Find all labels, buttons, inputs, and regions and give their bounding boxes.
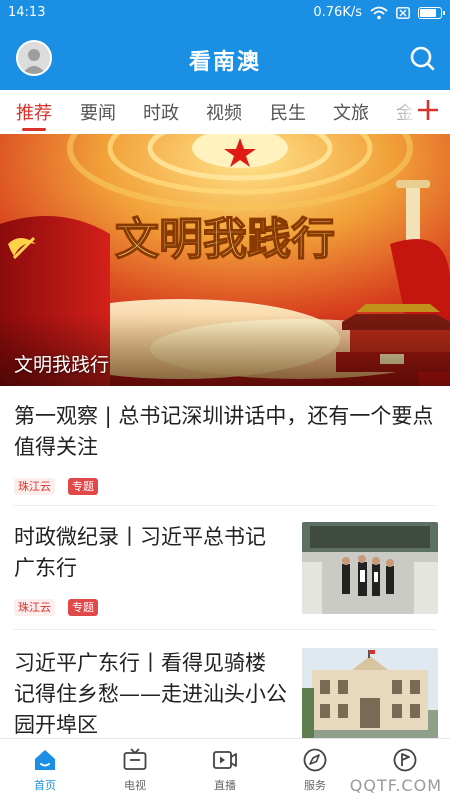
page-title: 看南澳 <box>188 50 261 75</box>
nav-mine[interactable] <box>375 747 435 777</box>
news-headline: 第一观察 | 总书记深圳讲话中，还有一个要点 值得关注 <box>14 404 434 459</box>
home-icon <box>35 750 55 770</box>
tab-video[interactable]: 视频 <box>206 99 242 125</box>
search-icon[interactable] <box>408 44 436 72</box>
flag-circle-icon <box>393 748 417 772</box>
nav-services[interactable]: 服务 <box>285 747 345 793</box>
banner-artwork: 文明我践行 <box>0 134 450 386</box>
network-speed: 0.76K/s <box>313 5 362 20</box>
add-channel-icon[interactable] <box>416 98 440 122</box>
tv-icon <box>123 748 147 770</box>
tab-livelihood[interactable]: 民生 <box>270 99 306 125</box>
banner-title-art: 文明我践行 <box>115 214 335 265</box>
active-tab-indicator <box>22 128 46 131</box>
sim-icon <box>396 6 410 19</box>
news-headline: 时政微纪录丨习近平总书记 广东行 <box>14 525 266 580</box>
topic-badge: 专题 <box>68 599 98 616</box>
source-tag: 珠江云 <box>14 599 55 616</box>
tab-recommend[interactable]: 推荐 <box>16 99 52 125</box>
nav-tv[interactable]: 电视 <box>105 747 165 793</box>
news-thumbnail <box>302 648 438 738</box>
compass-icon <box>303 748 327 772</box>
app-header: 看南澳 <box>0 26 450 90</box>
wifi-icon <box>370 6 388 19</box>
battery-icon <box>418 6 445 19</box>
status-time: 14:13 <box>8 5 46 20</box>
status-bar: 14:13 0.76K/s <box>0 0 450 26</box>
tab-news[interactable]: 要闻 <box>80 99 116 125</box>
channel-tabs: 推荐 要闻 时政 视频 民生 文旅 金 <box>0 90 450 134</box>
topic-badge: 专题 <box>68 478 98 495</box>
live-video-icon <box>213 751 237 769</box>
news-item[interactable]: 习近平广东行丨看得见骑楼 记得住乡愁——走进汕头小公 园开埠区 <box>0 630 450 738</box>
nav-home[interactable]: 首页 <box>15 747 75 793</box>
source-tag: 珠江云 <box>14 478 55 495</box>
news-item[interactable]: 时政微纪录丨习近平总书记 广东行 珠江云 专题 <box>0 506 450 630</box>
news-item[interactable]: 第一观察 | 总书记深圳讲话中，还有一个要点 值得关注 珠江云 专题 <box>0 386 450 506</box>
news-headline: 习近平广东行丨看得见骑楼 记得住乡愁——走进汕头小公 园开埠区 <box>14 651 287 737</box>
tab-politics[interactable]: 时政 <box>143 99 179 125</box>
nav-live[interactable]: 直播 <box>195 747 255 793</box>
banner-caption: 文明我践行 <box>14 354 110 376</box>
banner-image[interactable]: 文明我践行 <box>0 134 450 386</box>
tab-culture-tourism[interactable]: 文旅 <box>333 99 369 125</box>
news-thumbnail <box>302 522 438 614</box>
watermark: QQTF.COM <box>349 776 442 795</box>
